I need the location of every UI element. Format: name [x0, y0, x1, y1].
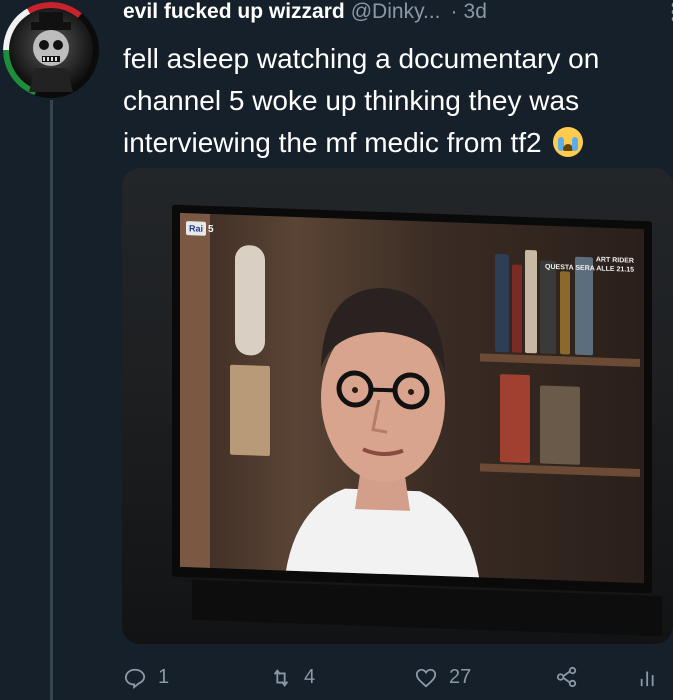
retweet-count: 4 [304, 666, 316, 688]
analytics-icon [640, 671, 654, 687]
tweet-text-container: fell asleep watching a documentary on ch… [123, 38, 668, 164]
tweet-media-image[interactable]: Rai 5 ART RIDER QUESTA SERA ALLE 21.15 [122, 168, 673, 644]
channel-logo: Rai 5 [186, 221, 214, 236]
heart-icon [415, 668, 437, 687]
caption-line-2: QUESTA SERA ALLE 21.15 [545, 263, 634, 274]
avatar[interactable] [3, 2, 99, 98]
share-icon [556, 666, 577, 688]
like-count: 27 [449, 666, 472, 688]
separator-dot: · [450, 0, 458, 23]
display-name[interactable]: evil fucked up wizzard [123, 0, 345, 24]
channel-number: 5 [208, 223, 214, 235]
user-handle[interactable]: @Dinky... [351, 0, 441, 24]
like-button[interactable]: 27 [415, 666, 471, 689]
tweet-header: evil fucked up wizzard @Dinky... · 3d ••… [123, 0, 673, 30]
tweet-text: fell asleep watching a documentary on ch… [123, 43, 600, 158]
loudly-crying-face-icon [553, 127, 584, 157]
reply-icon [124, 668, 146, 689]
tweet-actions: 1 4 27 [122, 664, 673, 697]
avatar-image [9, 8, 93, 92]
interviewee-figure [285, 287, 480, 584]
program-caption: ART RIDER QUESTA SERA ALLE 21.15 [545, 254, 634, 275]
retweet-button[interactable]: 4 [270, 666, 315, 689]
analytics-button[interactable] [638, 666, 660, 688]
share-button[interactable] [556, 666, 578, 688]
retweet-icon [273, 668, 289, 687]
tv-frame: Rai 5 ART RIDER QUESTA SERA ALLE 21.15 [172, 204, 652, 594]
timestamp[interactable]: 3d [464, 0, 487, 24]
reply-count: 1 [158, 666, 170, 688]
tv-screen: Rai 5 ART RIDER QUESTA SERA ALLE 21.15 [180, 212, 644, 584]
reply-button[interactable]: 1 [124, 666, 169, 689]
thread-line [50, 100, 53, 700]
channel-logo-text: Rai [186, 221, 207, 236]
